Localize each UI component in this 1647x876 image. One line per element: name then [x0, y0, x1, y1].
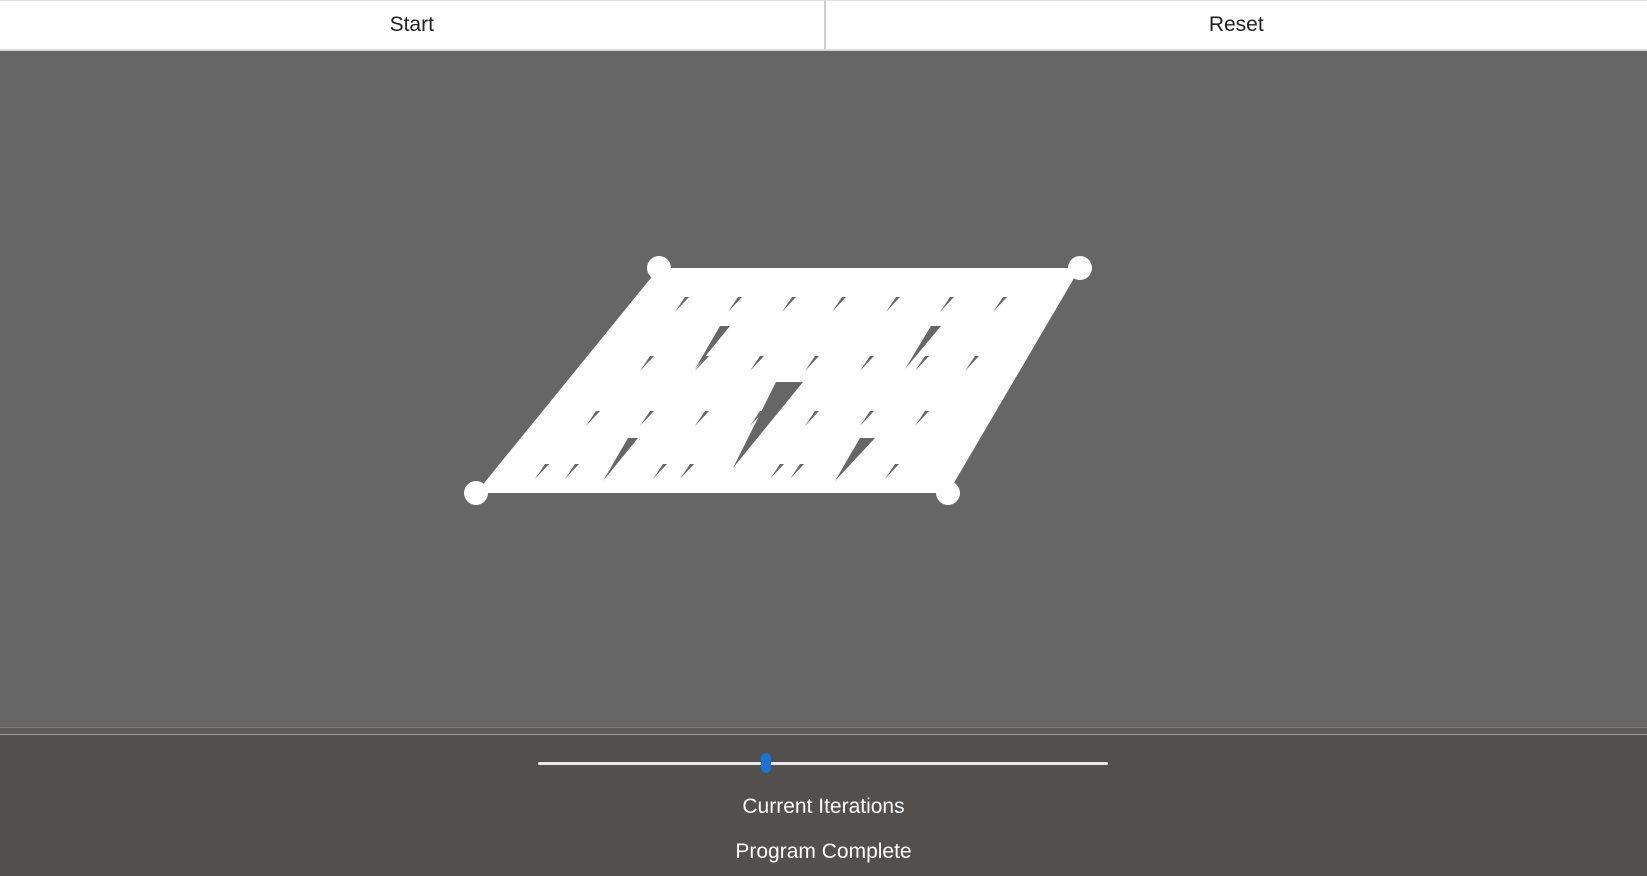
fractal-svg [464, 256, 1092, 505]
slider-thumb[interactable] [761, 753, 771, 773]
drawing-canvas[interactable] [0, 51, 1647, 727]
control-point-handle[interactable] [464, 481, 488, 505]
status-label: Program Complete [735, 840, 912, 863]
control-panel: Current Iterations Program Complete [0, 735, 1647, 876]
start-button[interactable]: Start [0, 0, 824, 49]
control-point-handle[interactable] [936, 481, 960, 505]
toolbar: Start Reset [0, 0, 1647, 51]
iterations-label: Current Iterations [742, 795, 905, 818]
control-point-handle[interactable] [647, 256, 671, 280]
parallelogram-fill [476, 268, 1080, 493]
panel-divider [0, 727, 1647, 735]
iterations-slider[interactable] [538, 753, 1108, 773]
reset-button[interactable]: Reset [823, 0, 1647, 49]
control-point-handle[interactable] [1068, 256, 1092, 280]
